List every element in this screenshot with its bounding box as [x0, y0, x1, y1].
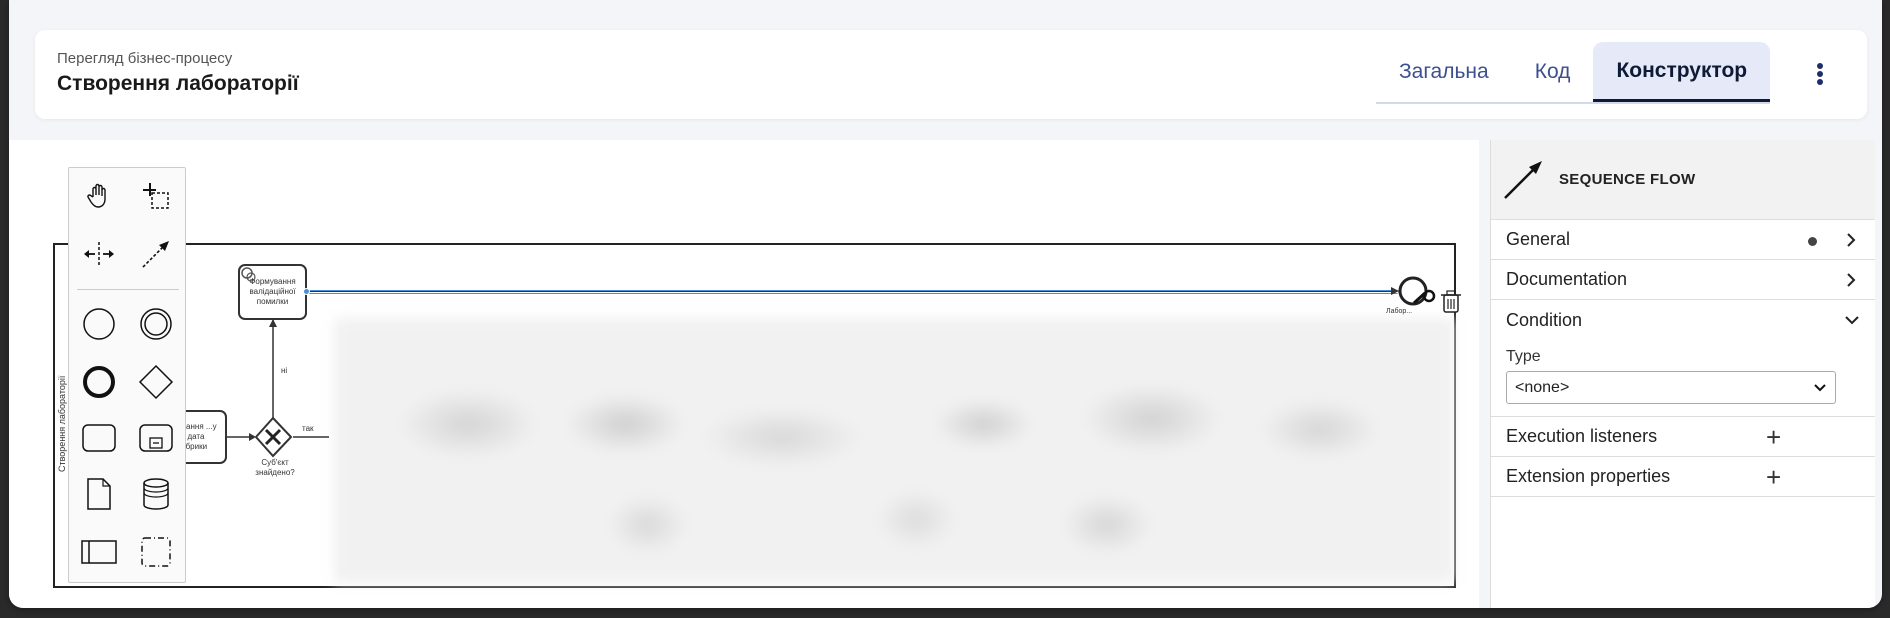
sequence-flow-icon	[1504, 160, 1542, 199]
flow-no-label: ні	[281, 366, 288, 375]
palette-separator	[77, 289, 179, 290]
gateway-label: Суб'єкт знайдено?	[255, 458, 295, 477]
group-general-label: General	[1506, 229, 1571, 249]
more-options-icon[interactable]	[1810, 60, 1830, 88]
tool-palette	[68, 167, 186, 583]
chevron-right-icon	[1847, 233, 1856, 247]
add-execution-listener-icon[interactable]: +	[1766, 422, 1781, 453]
pool-label: Створення лабораторії	[57, 375, 67, 472]
app-window: Перегляд бізнес-процесу Створення лабора…	[9, 0, 1882, 608]
pool-icon[interactable]	[79, 532, 119, 572]
data-object-icon[interactable]	[79, 474, 119, 514]
properties-panel: SEQUENCE FLOW General Documentation Cond…	[1490, 140, 1875, 608]
hand-tool-icon[interactable]	[79, 176, 119, 216]
condition-type-label: Type	[1506, 348, 1541, 365]
group-execution-listeners[interactable]: Execution listeners +	[1491, 417, 1875, 457]
group-icon[interactable]	[136, 532, 176, 572]
page-header: Перегляд бізнес-процесу Створення лабора…	[35, 30, 1867, 119]
chevron-right-icon	[1847, 273, 1856, 287]
group-documentation-label: Documentation	[1506, 269, 1628, 289]
tab-code[interactable]: Код	[1512, 42, 1594, 102]
lasso-tool-icon[interactable]	[136, 176, 176, 216]
space-tool-icon[interactable]	[79, 234, 119, 274]
intermediate-event-icon[interactable]	[136, 304, 176, 344]
flow-start-handle[interactable]	[303, 288, 310, 295]
data-marker-dot	[1808, 237, 1817, 246]
add-extension-property-icon[interactable]: +	[1766, 462, 1781, 493]
task-validation-label: Формування валідаційної помилки	[249, 277, 296, 306]
group-condition-label: Condition	[1506, 309, 1583, 330]
condition-type-select[interactable]: <none>	[1506, 371, 1836, 404]
flow-end-handle[interactable]	[1397, 288, 1404, 295]
task-icon[interactable]	[79, 418, 119, 458]
gateway-icon[interactable]	[136, 362, 176, 402]
blurred-diagram-area	[334, 318, 1454, 583]
group-extension-properties[interactable]: Extension properties +	[1491, 457, 1875, 497]
condition-body: Type <none>	[1491, 340, 1875, 417]
properties-header: SEQUENCE FLOW	[1491, 140, 1875, 220]
end-event-label: Лабор...	[1386, 308, 1413, 315]
chevron-down-icon	[1814, 383, 1826, 391]
subprocess-icon[interactable]	[136, 418, 176, 458]
start-event-icon[interactable]	[79, 304, 119, 344]
tab-bar: Загальна Код Конструктор	[1376, 42, 1771, 104]
group-extension-properties-label: Extension properties	[1506, 466, 1671, 486]
chevron-down-icon	[1845, 316, 1859, 325]
page-subtitle: Перегляд бізнес-процесу	[57, 50, 233, 67]
condition-type-value: <none>	[1515, 378, 1570, 396]
group-general[interactable]: General	[1491, 220, 1875, 260]
task-validation-error[interactable]: Формування валідаційної помилки	[238, 264, 307, 320]
end-event-icon[interactable]	[79, 362, 119, 402]
tab-general[interactable]: Загальна	[1376, 42, 1512, 102]
page-title: Створення лабораторії	[57, 72, 299, 95]
element-type-title: SEQUENCE FLOW	[1559, 171, 1696, 188]
tab-constructor[interactable]: Конструктор	[1593, 42, 1771, 102]
data-store-icon[interactable]	[136, 474, 176, 514]
flow-yes-label: так	[302, 424, 314, 433]
global-connect-icon[interactable]	[136, 234, 176, 274]
group-condition[interactable]: Condition	[1491, 300, 1875, 340]
selected-sequence-flow[interactable]	[306, 290, 1402, 294]
group-execution-listeners-label: Execution listeners	[1506, 426, 1658, 446]
group-documentation[interactable]: Documentation	[1491, 260, 1875, 300]
